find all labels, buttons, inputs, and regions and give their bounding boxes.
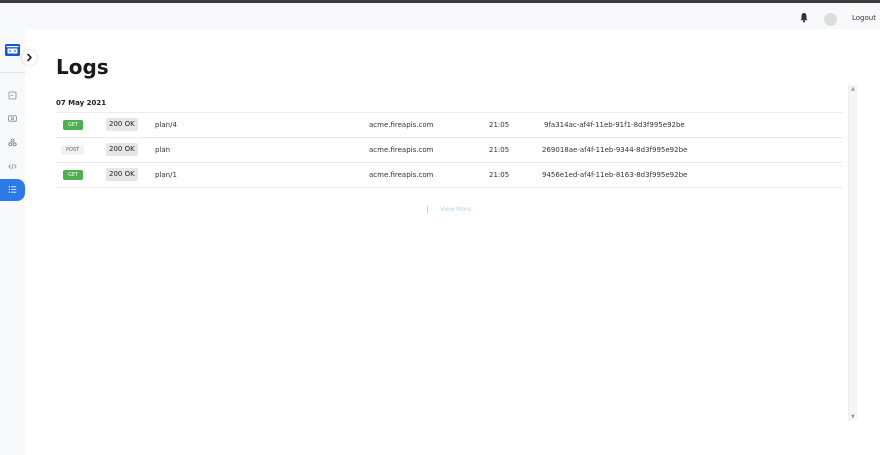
sidebar-item-integrations[interactable] bbox=[0, 132, 25, 154]
status-badge: 200 OK bbox=[106, 143, 138, 156]
method-badge: POST bbox=[61, 145, 85, 155]
code-icon bbox=[8, 163, 17, 170]
log-id: 269018ae-af4f-11eb-9344-8d3f995e92be bbox=[542, 146, 688, 154]
status-badge: 200 OK bbox=[106, 168, 138, 181]
log-row[interactable]: GET 200 OK plan/4 acme.fireapis.com 21:0… bbox=[56, 113, 843, 137]
log-host: acme.fireapis.com bbox=[369, 171, 434, 179]
logout-link[interactable]: Logout bbox=[852, 14, 876, 22]
log-host: acme.fireapis.com bbox=[369, 146, 434, 154]
avatar[interactable] bbox=[824, 13, 837, 26]
top-bar: Logout bbox=[0, 3, 880, 29]
log-time: 21:05 bbox=[489, 171, 510, 179]
integrations-icon bbox=[8, 138, 17, 147]
scroll-down-icon[interactable]: ▼ bbox=[851, 414, 855, 420]
sidebar-item-credentials[interactable] bbox=[0, 108, 25, 130]
bell-icon[interactable] bbox=[799, 12, 809, 23]
log-date-header: 07 May 2021 bbox=[56, 99, 107, 107]
sidebar-item-logs[interactable] bbox=[0, 179, 25, 201]
log-time: 21:05 bbox=[489, 146, 510, 154]
document-icon bbox=[8, 91, 17, 100]
id-card-icon bbox=[8, 115, 17, 122]
divider bbox=[56, 187, 843, 188]
status-badge: 200 OK bbox=[106, 118, 138, 131]
sidebar-divider bbox=[0, 72, 25, 73]
view-more-label: View More bbox=[440, 206, 472, 213]
sidebar-item-code[interactable] bbox=[0, 156, 25, 178]
log-id: 9456e1ed-af4f-11eb-8163-8d3f995e92be bbox=[542, 171, 688, 179]
view-more-button[interactable]: View More bbox=[427, 206, 471, 213]
log-id: 9fa314ac-af4f-11eb-91f1-8d3f995e92be bbox=[544, 121, 685, 129]
log-time: 21:05 bbox=[489, 121, 510, 129]
log-row[interactable]: GET 200 OK plan/1 acme.fireapis.com 21:0… bbox=[56, 163, 843, 187]
loading-indicator bbox=[427, 206, 428, 213]
log-path: plan bbox=[155, 146, 171, 154]
log-path: plan/4 bbox=[155, 121, 177, 129]
scrollbar[interactable]: ▲ ▼ bbox=[848, 85, 857, 421]
chevron-right-icon bbox=[27, 53, 32, 62]
list-icon bbox=[8, 186, 17, 193]
sidebar-toggle-button[interactable] bbox=[22, 50, 37, 65]
method-badge: GET bbox=[63, 170, 84, 180]
sidebar-item-documents[interactable] bbox=[0, 85, 25, 107]
method-badge: GET bbox=[63, 120, 84, 130]
log-host: acme.fireapis.com bbox=[369, 121, 434, 129]
firetail-logo[interactable] bbox=[5, 44, 20, 56]
log-path: plan/1 bbox=[155, 171, 177, 179]
main-content bbox=[25, 29, 880, 455]
page-title: Logs bbox=[56, 55, 109, 79]
scroll-up-icon[interactable]: ▲ bbox=[851, 86, 855, 92]
log-row[interactable]: POST 200 OK plan acme.fireapis.com 21:05… bbox=[56, 138, 843, 162]
